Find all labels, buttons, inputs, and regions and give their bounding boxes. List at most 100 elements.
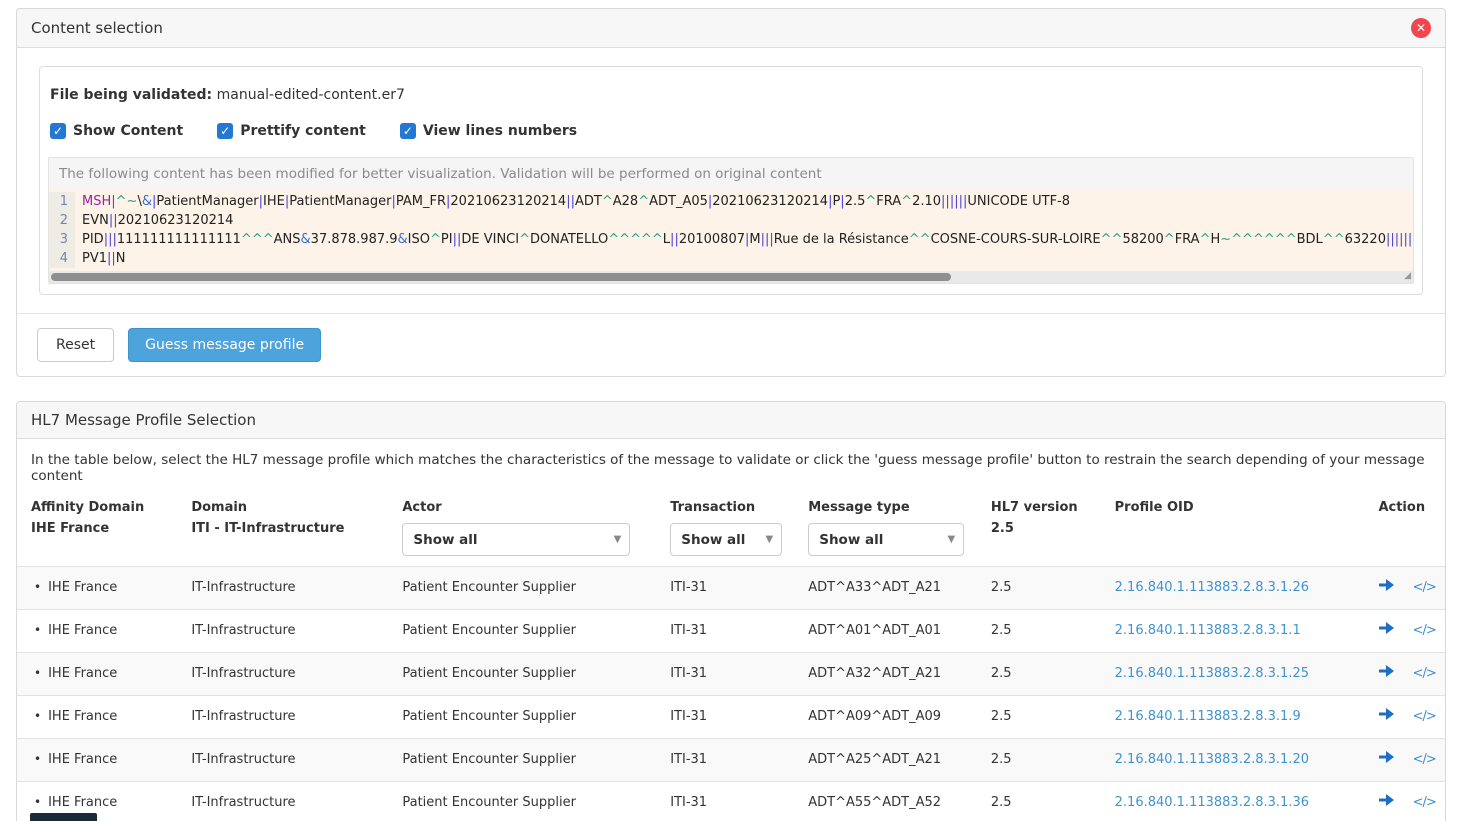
horizontal-scrollbar[interactable] [49, 271, 1413, 283]
content-selection-panel: Content selection ✕ File being validated… [16, 8, 1446, 377]
close-icon[interactable]: ✕ [1411, 18, 1431, 38]
cell-profile-oid: 2.16.840.1.113883.2.8.3.1.1 [1101, 610, 1365, 653]
validate-arrow-icon[interactable] [1378, 578, 1395, 596]
table-row: •IHE France IT-Infrastructure Patient En… [17, 610, 1445, 653]
cell-affinity-domain: •IHE France [17, 610, 177, 653]
checkbox-label: View lines numbers [423, 123, 577, 139]
cell-profile-oid: 2.16.840.1.113883.2.8.3.1.26 [1101, 567, 1365, 610]
checkbox-checked-icon: ✓ [50, 123, 66, 139]
message-type-filter-select[interactable]: Show all ▼ [808, 523, 964, 556]
transaction-filter-select[interactable]: Show all ▼ [670, 523, 782, 556]
cell-message-type: ADT^A33^ADT_A21 [794, 567, 977, 610]
table-header-row: Affinity Domain IHE France Domain ITI - … [17, 496, 1445, 567]
cell-domain: IT-Infrastructure [177, 739, 388, 782]
cell-actor: Patient Encounter Supplier [388, 696, 656, 739]
col-affinity-domain: Affinity Domain IHE France [17, 496, 177, 567]
table-row: •IHE France IT-Infrastructure Patient En… [17, 696, 1445, 739]
col-action: Action [1364, 496, 1445, 567]
table-row: •IHE France IT-Infrastructure Patient En… [17, 567, 1445, 610]
profile-oid-link[interactable]: 2.16.840.1.113883.2.8.3.1.9 [1115, 709, 1301, 724]
cell-domain: IT-Infrastructure [177, 696, 388, 739]
cell-domain: IT-Infrastructure [177, 610, 388, 653]
cell-hl7-version: 2.5 [977, 782, 1101, 821]
col-actor: Actor Show all ▼ [388, 496, 656, 567]
file-label: File being validated: [50, 87, 212, 103]
cell-action: </> [1364, 739, 1445, 782]
content-preview: The following content has been modified … [48, 157, 1414, 284]
validate-arrow-icon[interactable] [1378, 707, 1395, 725]
cell-actor: Patient Encounter Supplier [388, 782, 656, 821]
profile-oid-link[interactable]: 2.16.840.1.113883.2.8.3.1.20 [1115, 752, 1309, 767]
cell-affinity-domain: •IHE France [17, 696, 177, 739]
table-row: •IHE France IT-Infrastructure Patient En… [17, 739, 1445, 782]
cell-actor: Patient Encounter Supplier [388, 610, 656, 653]
profile-selection-panel: HL7 Message Profile Selection In the tab… [16, 401, 1446, 821]
cell-message-type: ADT^A09^ADT_A09 [794, 696, 977, 739]
content-selection-footer: Reset Guess message profile [17, 313, 1445, 376]
col-profile-oid: Profile OID [1101, 496, 1365, 567]
cell-actor: Patient Encounter Supplier [388, 567, 656, 610]
cell-domain: IT-Infrastructure [177, 567, 388, 610]
file-name: manual-edited-content.er7 [217, 87, 405, 103]
cell-transaction: ITI-31 [656, 653, 794, 696]
partially-visible-element [30, 813, 97, 821]
cell-transaction: ITI-31 [656, 567, 794, 610]
cell-action: </> [1364, 610, 1445, 653]
panel-title: HL7 Message Profile Selection [31, 411, 256, 429]
view-lines-numbers-checkbox[interactable]: ✓ View lines numbers [400, 123, 577, 139]
guess-message-profile-button[interactable]: Guess message profile [128, 328, 321, 362]
scrollbar-thumb[interactable] [51, 273, 951, 281]
profiles-table: Affinity Domain IHE France Domain ITI - … [17, 496, 1445, 821]
prettify-content-checkbox[interactable]: ✓ Prettify content [217, 123, 366, 139]
code-line: 2EVN||20210623120214 [49, 211, 1413, 230]
validate-arrow-icon[interactable] [1378, 664, 1395, 682]
checkbox-row: ✓ Show Content ✓ Prettify content ✓ View… [50, 123, 1414, 139]
show-content-checkbox[interactable]: ✓ Show Content [50, 123, 183, 139]
profile-oid-link[interactable]: 2.16.840.1.113883.2.8.3.1.1 [1115, 623, 1301, 638]
profile-oid-link[interactable]: 2.16.840.1.113883.2.8.3.1.26 [1115, 580, 1309, 595]
view-code-icon[interactable]: </> [1413, 795, 1436, 810]
view-code-icon[interactable]: </> [1413, 666, 1436, 681]
checkbox-label: Prettify content [240, 123, 366, 139]
table-instructions: In the table below, select the HL7 messa… [17, 439, 1445, 486]
view-code-icon[interactable]: </> [1413, 580, 1436, 595]
profile-selection-header: HL7 Message Profile Selection [17, 402, 1445, 439]
chevron-down-icon: ▼ [766, 534, 774, 545]
profile-oid-link[interactable]: 2.16.840.1.113883.2.8.3.1.25 [1115, 666, 1309, 681]
cell-profile-oid: 2.16.840.1.113883.2.8.3.1.9 [1101, 696, 1365, 739]
resize-grip-icon[interactable]: ◢ [1400, 271, 1411, 282]
page: Content selection ✕ File being validated… [0, 0, 1462, 821]
hl7-message-content: 1MSH|^~\&|PatientManager|IHE|PatientMana… [49, 190, 1413, 271]
cell-hl7-version: 2.5 [977, 696, 1101, 739]
actor-filter-select[interactable]: Show all ▼ [402, 523, 630, 556]
cell-affinity-domain: •IHE France [17, 653, 177, 696]
view-code-icon[interactable]: </> [1413, 623, 1436, 638]
cell-actor: Patient Encounter Supplier [388, 739, 656, 782]
chevron-down-icon: ▼ [948, 534, 956, 545]
reset-button[interactable]: Reset [37, 328, 114, 362]
cell-hl7-version: 2.5 [977, 653, 1101, 696]
profile-oid-link[interactable]: 2.16.840.1.113883.2.8.3.1.36 [1115, 795, 1309, 810]
view-code-icon[interactable]: </> [1413, 709, 1436, 724]
cell-message-type: ADT^A32^ADT_A21 [794, 653, 977, 696]
cell-actor: Patient Encounter Supplier [388, 653, 656, 696]
bullet-icon: • [34, 580, 41, 594]
file-box: File being validated: manual-edited-cont… [39, 66, 1423, 295]
cell-transaction: ITI-31 [656, 739, 794, 782]
validate-arrow-icon[interactable] [1378, 793, 1395, 811]
cell-transaction: ITI-31 [656, 610, 794, 653]
bullet-icon: • [34, 752, 41, 766]
view-code-icon[interactable]: </> [1413, 752, 1436, 767]
validate-arrow-icon[interactable] [1378, 750, 1395, 768]
code-line: 4PV1||N [49, 249, 1413, 268]
cell-hl7-version: 2.5 [977, 610, 1101, 653]
cell-domain: IT-Infrastructure [177, 653, 388, 696]
cell-domain: IT-Infrastructure [177, 782, 388, 821]
bullet-icon: • [34, 666, 41, 680]
cell-action: </> [1364, 782, 1445, 821]
cell-affinity-domain: •IHE France [17, 739, 177, 782]
cell-profile-oid: 2.16.840.1.113883.2.8.3.1.20 [1101, 739, 1365, 782]
code-line: 1MSH|^~\&|PatientManager|IHE|PatientMana… [49, 192, 1413, 211]
bullet-icon: • [34, 623, 41, 637]
validate-arrow-icon[interactable] [1378, 621, 1395, 639]
